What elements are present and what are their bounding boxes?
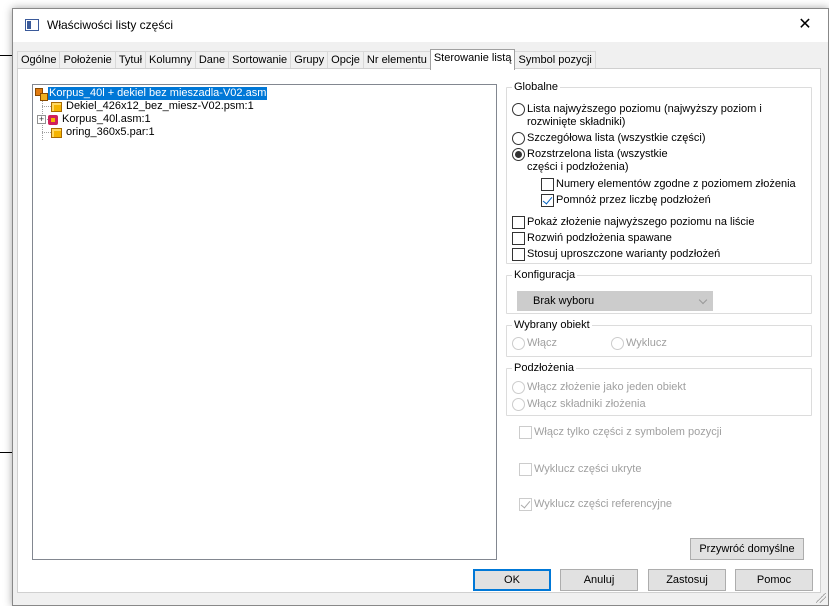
- option-label: Wyklucz: [626, 337, 667, 349]
- radio-indicator: [512, 381, 525, 394]
- tab-panel: Korpus_40l + dekiel bez mieszadla-V02.as…: [17, 68, 821, 593]
- tab-general[interactable]: Ogólne: [17, 51, 61, 69]
- background-line: [0, 452, 12, 453]
- check-only-balloon-parts[interactable]: Włącz tylko części z symbolem pozycji: [519, 426, 722, 439]
- option-label: Rozstrzelona lista (wszystkie: [527, 148, 668, 160]
- check-multiply[interactable]: Pomnóż przez liczbę podzłożeń: [541, 194, 711, 207]
- configuration-group: Konfiguracja Brak wyboru: [506, 269, 812, 314]
- title-bar: Właściwości listy części ✕: [13, 9, 828, 42]
- radio-indicator: [512, 398, 525, 411]
- selected-object-group: Wybrany obiekt Włącz Wyklucz: [506, 319, 812, 357]
- radio-indicator: [512, 148, 525, 161]
- tab-item-number[interactable]: Nr elementu: [362, 51, 431, 69]
- tab-balloon[interactable]: Symbol pozycji: [514, 51, 596, 69]
- check-exclude-hidden[interactable]: Wyklucz części ukryte: [519, 463, 641, 476]
- option-label: Włącz: [527, 337, 557, 349]
- radio-include[interactable]: Włącz: [512, 337, 557, 350]
- option-label: Pomnóż przez liczbę podzłożeń: [556, 194, 711, 206]
- dialog-title: Właściwości listy części: [47, 18, 174, 32]
- radio-components[interactable]: Włącz składniki złożenia: [512, 398, 646, 411]
- group-title: Podzłożenia: [512, 362, 576, 374]
- tree-connector: [42, 132, 51, 133]
- option-label: Szczegółowa lista (wszystkie części): [527, 132, 706, 144]
- part-list-properties-dialog: Właściwości listy części ✕ Ogólne Położe…: [12, 8, 829, 606]
- tree-item[interactable]: Dekiel_426x12_bez_miesz-V02.psm:1: [51, 100, 255, 113]
- chevron-down-icon: [698, 295, 708, 305]
- restore-defaults-button[interactable]: Przywróć domyślne: [690, 538, 804, 560]
- option-label: Włącz tylko części z symbolem pozycji: [534, 426, 722, 438]
- checkbox-indicator: [541, 194, 554, 207]
- option-label: Włącz złożenie jako jeden obiekt: [527, 381, 686, 393]
- tab-position[interactable]: Położenie: [59, 51, 116, 69]
- expand-icon[interactable]: +: [37, 115, 46, 124]
- group-title: Konfiguracja: [512, 269, 578, 281]
- check-simplified[interactable]: Stosuj uproszczone warianty podzłożeń: [512, 248, 720, 261]
- tab-list-control[interactable]: Sterowanie listą: [429, 49, 516, 70]
- option-label: Lista najwyższego poziomu (najwyższy poz…: [527, 103, 762, 115]
- checkbox-indicator: [512, 232, 525, 245]
- resize-grip-icon[interactable]: [816, 593, 826, 603]
- ok-button[interactable]: OK: [473, 569, 551, 591]
- option-label: części i podzłożenia): [527, 161, 629, 173]
- tree-connector: [42, 106, 51, 107]
- checkbox-indicator: [519, 498, 532, 511]
- tree-item[interactable]: oring_360x5.par:1: [51, 126, 156, 139]
- checkbox-indicator: [519, 463, 532, 476]
- subassemblies-group: Podzłożenia Włącz złożenie jako jeden ob…: [506, 362, 812, 416]
- assembly-icon: [35, 88, 48, 101]
- tab-columns[interactable]: Kolumny: [145, 51, 196, 69]
- checkbox-indicator: [519, 426, 532, 439]
- tab-groups[interactable]: Grupy: [290, 51, 329, 69]
- radio-indicator: [512, 103, 525, 116]
- radio-exclude[interactable]: Wyklucz: [611, 337, 667, 350]
- option-label: Włącz składniki złożenia: [527, 398, 646, 410]
- group-title: Wybrany obiekt: [512, 319, 592, 331]
- close-button[interactable]: ✕: [782, 9, 828, 42]
- help-button[interactable]: Pomoc: [735, 569, 813, 591]
- assembly-tree[interactable]: Korpus_40l + dekiel bez mieszadla-V02.as…: [32, 84, 497, 560]
- configuration-select[interactable]: Brak wyboru: [517, 291, 713, 311]
- checkbox-indicator: [541, 178, 554, 191]
- option-label: Wyklucz części referencyjne: [534, 498, 673, 510]
- option-label: Numery elementów zgodne z poziomem złoże…: [556, 178, 796, 190]
- check-expand-weldments[interactable]: Rozwiń podzłożenia spawane: [512, 232, 672, 245]
- option-label: rozwinięte składniki): [527, 116, 626, 128]
- global-group: Globalne Lista najwyższego poziomu (najw…: [506, 81, 812, 264]
- tab-data[interactable]: Dane: [194, 51, 230, 69]
- tab-bar: Ogólne Położenie Tytuł Kolumny Dane Sort…: [17, 49, 596, 70]
- tab-options[interactable]: Opcje: [327, 51, 364, 69]
- group-title: Globalne: [512, 81, 561, 93]
- option-label: Stosuj uproszczone warianty podzłożeń: [527, 248, 721, 260]
- radio-indicator: [512, 132, 525, 145]
- checkbox-indicator: [512, 248, 525, 261]
- radio-exploded[interactable]: Rozstrzelona lista (wszystkie części i po…: [512, 148, 668, 174]
- option-label: Rozwiń podzłożenia spawane: [527, 232, 672, 244]
- tree-item[interactable]: + Korpus_40l.asm:1: [37, 113, 152, 126]
- check-exclude-reference[interactable]: Wyklucz części referencyjne: [519, 498, 672, 511]
- option-label: Pokaż złożenie najwyższego poziomu na li…: [527, 216, 755, 228]
- radio-detailed[interactable]: Szczegółowa lista (wszystkie części): [512, 132, 706, 145]
- close-icon: ✕: [798, 16, 812, 33]
- option-label: Wyklucz części ukryte: [534, 463, 642, 475]
- part-icon: [51, 101, 62, 112]
- tab-title[interactable]: Tytuł: [114, 51, 147, 69]
- cancel-button[interactable]: Anuluj: [560, 569, 638, 591]
- radio-indicator: [512, 337, 525, 350]
- part-icon: [51, 127, 62, 138]
- background-line: [0, 55, 12, 56]
- tree-item-root[interactable]: Korpus_40l + dekiel bez mieszadla-V02.as…: [35, 87, 268, 101]
- tab-sorting[interactable]: Sortowanie: [228, 51, 292, 69]
- radio-indicator: [611, 337, 624, 350]
- check-show-top-level[interactable]: Pokaż złożenie najwyższego poziomu na li…: [512, 216, 754, 229]
- radio-as-one-object[interactable]: Włącz złożenie jako jeden obiekt: [512, 381, 686, 394]
- check-level-numbers[interactable]: Numery elementów zgodne z poziomem złoże…: [541, 178, 796, 191]
- dialog-icon: [25, 19, 39, 31]
- subassembly-icon: [48, 114, 58, 125]
- radio-top-level[interactable]: Lista najwyższego poziomu (najwyższy poz…: [512, 103, 762, 129]
- checkbox-indicator: [512, 216, 525, 229]
- apply-button[interactable]: Zastosuj: [648, 569, 726, 591]
- select-value: Brak wyboru: [533, 295, 595, 307]
